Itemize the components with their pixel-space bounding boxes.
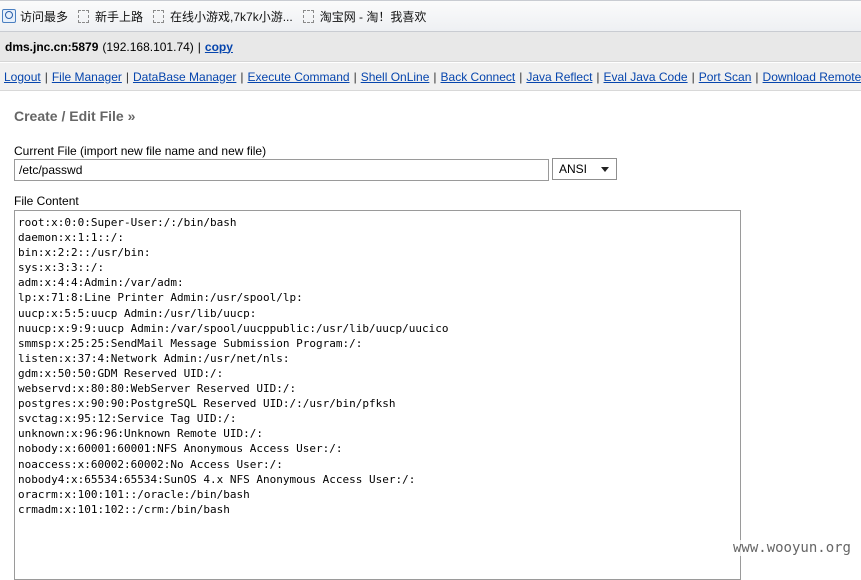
chevron-down-icon: [601, 167, 609, 172]
nav-separator: |: [433, 69, 437, 84]
encoding-selected-value: ANSI: [559, 162, 588, 176]
nav-separator: |: [691, 69, 695, 84]
page-icon: [78, 9, 90, 23]
bookmark-label: 淘宝网 - 淘！我喜欢: [319, 9, 427, 24]
host-bar: dms.jnc.cn:5879 (192.168.101.74) | copy: [0, 32, 861, 62]
search-icon: [2, 9, 16, 23]
nav-download-remote[interactable]: Download Remote: [763, 70, 861, 84]
nav-separator: |: [755, 69, 759, 84]
nav-eval-java-code[interactable]: Eval Java Code: [604, 70, 688, 84]
nav-separator: |: [44, 69, 48, 84]
nav-shell-online[interactable]: Shell OnLine: [361, 70, 430, 84]
copy-link[interactable]: copy: [205, 40, 233, 54]
nav-file-manager[interactable]: File Manager: [52, 70, 122, 84]
nav-port-scan[interactable]: Port Scan: [699, 70, 752, 84]
bookmarks-bar: 访问最多 新手上路 在线小游戏,7k7k小游... 淘宝网 - 淘！我喜欢: [0, 0, 861, 32]
bookmark-most-visited[interactable]: 访问最多: [2, 8, 68, 25]
bookmark-getting-started[interactable]: 新手上路: [78, 8, 143, 25]
host-name: dms.jnc.cn:5879: [5, 39, 99, 54]
nav-separator: |: [125, 69, 129, 84]
nav-database-manager[interactable]: DataBase Manager: [133, 70, 236, 84]
bookmark-7k7k[interactable]: 在线小游戏,7k7k小游...: [153, 8, 293, 25]
current-file-label: Current File (import new file name and n…: [14, 144, 267, 158]
file-content-label: File Content: [14, 194, 79, 208]
host-ip: (192.168.101.74): [102, 39, 194, 54]
nav-execute-command[interactable]: Execute Command: [248, 70, 350, 84]
page-icon: [302, 9, 314, 23]
nav-back-connect[interactable]: Back Connect: [441, 70, 516, 84]
bookmark-label: 访问最多: [20, 9, 69, 24]
page-title: Create / Edit File »: [14, 108, 136, 124]
watermark: www.wooyun.org: [728, 540, 855, 556]
bookmark-taobao[interactable]: 淘宝网 - 淘！我喜欢: [302, 8, 427, 25]
nav-logout[interactable]: Logout: [4, 70, 41, 84]
page-icon: [153, 9, 165, 23]
nav-separator: |: [596, 69, 600, 84]
file-content-textarea[interactable]: root:x:0:0:Super-User:/:/bin/bash daemon…: [14, 210, 741, 580]
host-separator: |: [197, 39, 201, 54]
nav-separator: |: [240, 69, 244, 84]
nav-separator: |: [353, 69, 357, 84]
bookmark-label: 新手上路: [95, 9, 144, 24]
nav-separator: |: [519, 69, 523, 84]
nav-java-reflect[interactable]: Java Reflect: [526, 70, 592, 84]
bookmark-label: 在线小游戏,7k7k小游...: [170, 9, 293, 24]
encoding-select[interactable]: ANSI: [552, 158, 617, 180]
current-file-input[interactable]: [14, 159, 549, 181]
nav-bar: Logout | File Manager | DataBase Manager | …: [0, 63, 861, 91]
